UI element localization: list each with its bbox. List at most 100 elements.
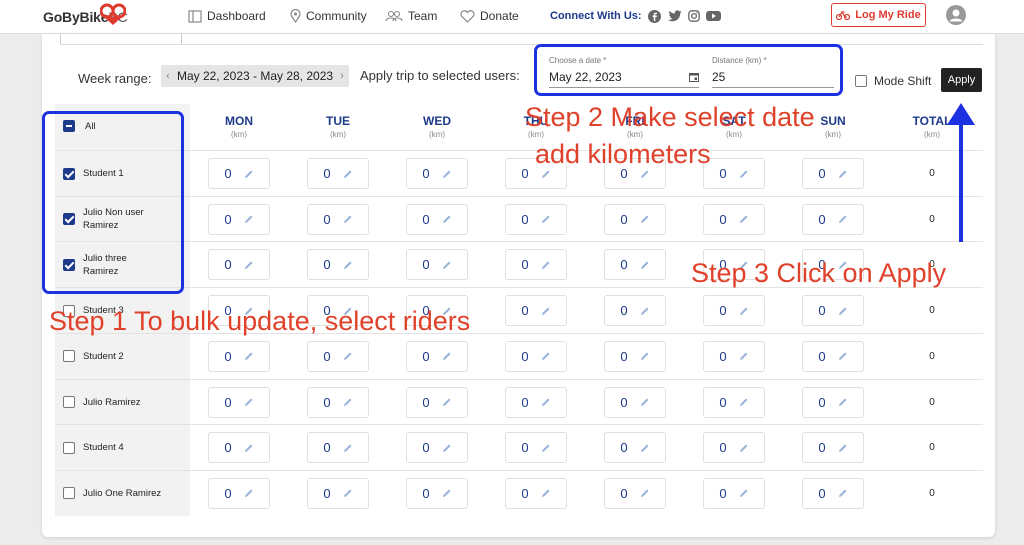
edit-pencil-icon[interactable] xyxy=(640,351,650,361)
distance-cell[interactable]: 0 xyxy=(703,295,765,327)
edit-pencil-icon[interactable] xyxy=(541,214,551,224)
distance-cell[interactable]: 0 xyxy=(505,340,567,372)
distance-cell[interactable]: 0 xyxy=(406,340,468,372)
edit-pencil-icon[interactable] xyxy=(541,306,551,316)
edit-pencil-icon[interactable] xyxy=(343,169,353,179)
distance-cell[interactable]: 0 xyxy=(703,203,765,235)
distance-cell[interactable]: 0 xyxy=(604,432,666,464)
distance-cell[interactable]: 0 xyxy=(703,340,765,372)
distance-cell[interactable]: 0 xyxy=(208,249,270,281)
rider-select[interactable]: Student 2 xyxy=(63,334,124,379)
facebook-icon[interactable] xyxy=(648,10,661,23)
distance-cell[interactable]: 0 xyxy=(406,158,468,189)
distance-cell[interactable]: 0 xyxy=(505,295,567,327)
edit-pencil-icon[interactable] xyxy=(640,397,650,407)
edit-pencil-icon[interactable] xyxy=(244,351,254,361)
edit-pencil-icon[interactable] xyxy=(838,488,848,498)
edit-pencil-icon[interactable] xyxy=(739,488,749,498)
distance-cell[interactable]: 0 xyxy=(604,386,666,418)
edit-pencil-icon[interactable] xyxy=(442,260,452,270)
edit-pencil-icon[interactable] xyxy=(640,488,650,498)
edit-pencil-icon[interactable] xyxy=(244,260,254,270)
distance-cell[interactable]: 0 xyxy=(703,477,765,509)
distance-cell[interactable]: 0 xyxy=(604,249,666,281)
nav-team[interactable]: Team xyxy=(385,9,437,23)
youtube-icon[interactable] xyxy=(706,10,721,22)
edit-pencil-icon[interactable] xyxy=(343,488,353,498)
edit-pencil-icon[interactable] xyxy=(343,260,353,270)
edit-pencil-icon[interactable] xyxy=(640,169,650,179)
distance-cell[interactable]: 0 xyxy=(307,477,369,509)
rider-checkbox[interactable] xyxy=(63,350,75,363)
edit-pencil-icon[interactable] xyxy=(640,306,650,316)
distance-cell[interactable]: 0 xyxy=(802,203,864,235)
distance-cell[interactable]: 0 xyxy=(505,203,567,235)
distance-cell[interactable]: 0 xyxy=(406,432,468,464)
edit-pencil-icon[interactable] xyxy=(541,351,551,361)
distance-cell[interactable]: 0 xyxy=(505,386,567,418)
edit-pencil-icon[interactable] xyxy=(343,351,353,361)
distance-cell[interactable]: 0 xyxy=(208,386,270,418)
mode-shift-toggle[interactable]: Mode Shift xyxy=(855,74,931,88)
edit-pencil-icon[interactable] xyxy=(838,397,848,407)
distance-cell[interactable]: 0 xyxy=(604,340,666,372)
rider-checkbox[interactable] xyxy=(63,396,75,408)
edit-pencil-icon[interactable] xyxy=(343,443,353,453)
distance-cell[interactable]: 0 xyxy=(802,477,864,509)
edit-pencil-icon[interactable] xyxy=(244,488,254,498)
edit-pencil-icon[interactable] xyxy=(442,169,452,179)
rider-checkbox[interactable] xyxy=(63,487,75,500)
distance-cell[interactable]: 0 xyxy=(406,386,468,418)
distance-cell[interactable]: 0 xyxy=(208,340,270,372)
nav-donate[interactable]: Donate xyxy=(460,9,519,23)
edit-pencil-icon[interactable] xyxy=(541,169,551,179)
edit-pencil-icon[interactable] xyxy=(442,351,452,361)
edit-pencil-icon[interactable] xyxy=(442,397,452,407)
distance-cell[interactable]: 0 xyxy=(406,203,468,235)
next-week-button[interactable]: › xyxy=(335,65,349,87)
user-avatar-icon[interactable] xyxy=(946,5,966,25)
distance-cell[interactable]: 0 xyxy=(406,477,468,509)
edit-pencil-icon[interactable] xyxy=(244,443,254,453)
nav-community[interactable]: Community xyxy=(290,9,367,23)
edit-pencil-icon[interactable] xyxy=(541,488,551,498)
rider-select[interactable]: Student 4 xyxy=(63,425,124,470)
edit-pencil-icon[interactable] xyxy=(838,169,848,179)
distance-cell[interactable]: 0 xyxy=(604,295,666,327)
edit-pencil-icon[interactable] xyxy=(442,214,452,224)
distance-cell[interactable]: 0 xyxy=(505,477,567,509)
distance-cell[interactable]: 0 xyxy=(307,432,369,464)
edit-pencil-icon[interactable] xyxy=(739,306,749,316)
edit-pencil-icon[interactable] xyxy=(838,306,848,316)
edit-pencil-icon[interactable] xyxy=(640,260,650,270)
edit-pencil-icon[interactable] xyxy=(541,443,551,453)
edit-pencil-icon[interactable] xyxy=(739,169,749,179)
distance-cell[interactable]: 0 xyxy=(208,432,270,464)
prev-week-button[interactable]: ‹ xyxy=(161,65,175,87)
distance-cell[interactable]: 0 xyxy=(208,477,270,509)
edit-pencil-icon[interactable] xyxy=(739,351,749,361)
edit-pencil-icon[interactable] xyxy=(838,351,848,361)
edit-pencil-icon[interactable] xyxy=(442,443,452,453)
edit-pencil-icon[interactable] xyxy=(541,260,551,270)
distance-cell[interactable]: 0 xyxy=(505,432,567,464)
edit-pencil-icon[interactable] xyxy=(739,214,749,224)
edit-pencil-icon[interactable] xyxy=(838,214,848,224)
distance-cell[interactable]: 0 xyxy=(307,203,369,235)
distance-cell[interactable]: 0 xyxy=(307,386,369,418)
distance-cell[interactable]: 0 xyxy=(307,340,369,372)
instagram-icon[interactable] xyxy=(688,10,700,22)
mode-shift-checkbox[interactable] xyxy=(855,75,867,87)
twitter-icon[interactable] xyxy=(668,10,682,22)
distance-cell[interactable]: 0 xyxy=(703,432,765,464)
distance-cell[interactable]: 0 xyxy=(604,477,666,509)
distance-cell[interactable]: 0 xyxy=(802,432,864,464)
edit-pencil-icon[interactable] xyxy=(244,214,254,224)
distance-cell[interactable]: 0 xyxy=(307,158,369,189)
distance-cell[interactable]: 0 xyxy=(208,158,270,189)
distance-cell[interactable]: 0 xyxy=(703,386,765,418)
edit-pencil-icon[interactable] xyxy=(343,397,353,407)
edit-pencil-icon[interactable] xyxy=(343,214,353,224)
rider-checkbox[interactable] xyxy=(63,441,75,454)
edit-pencil-icon[interactable] xyxy=(838,443,848,453)
